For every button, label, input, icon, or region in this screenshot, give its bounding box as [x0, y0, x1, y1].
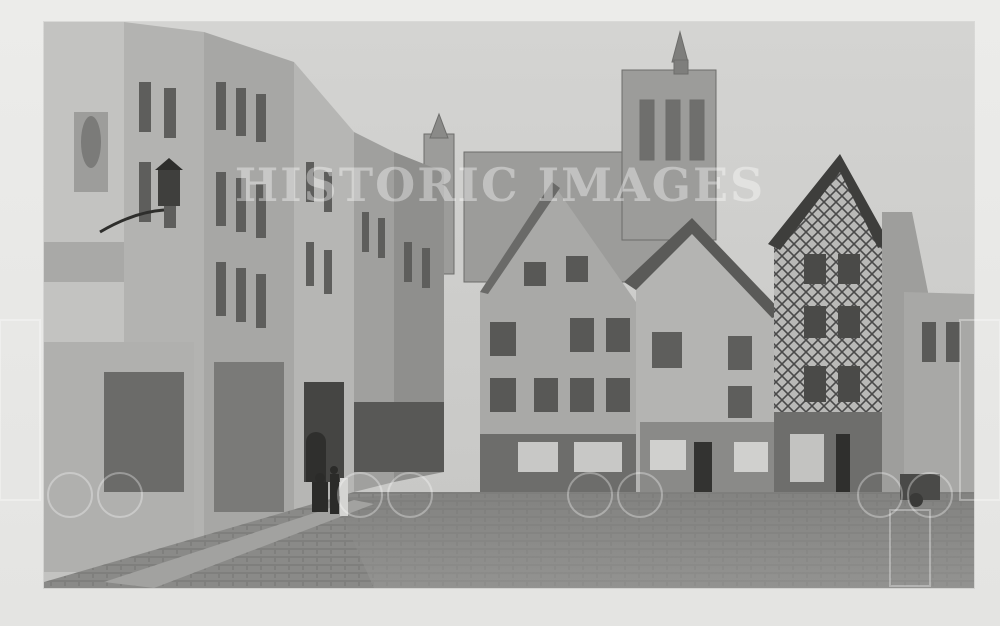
photo-illustration [44, 22, 974, 588]
photo-frame: HISTORIC IMAGES [0, 0, 1000, 626]
historic-street-photo [44, 22, 974, 588]
